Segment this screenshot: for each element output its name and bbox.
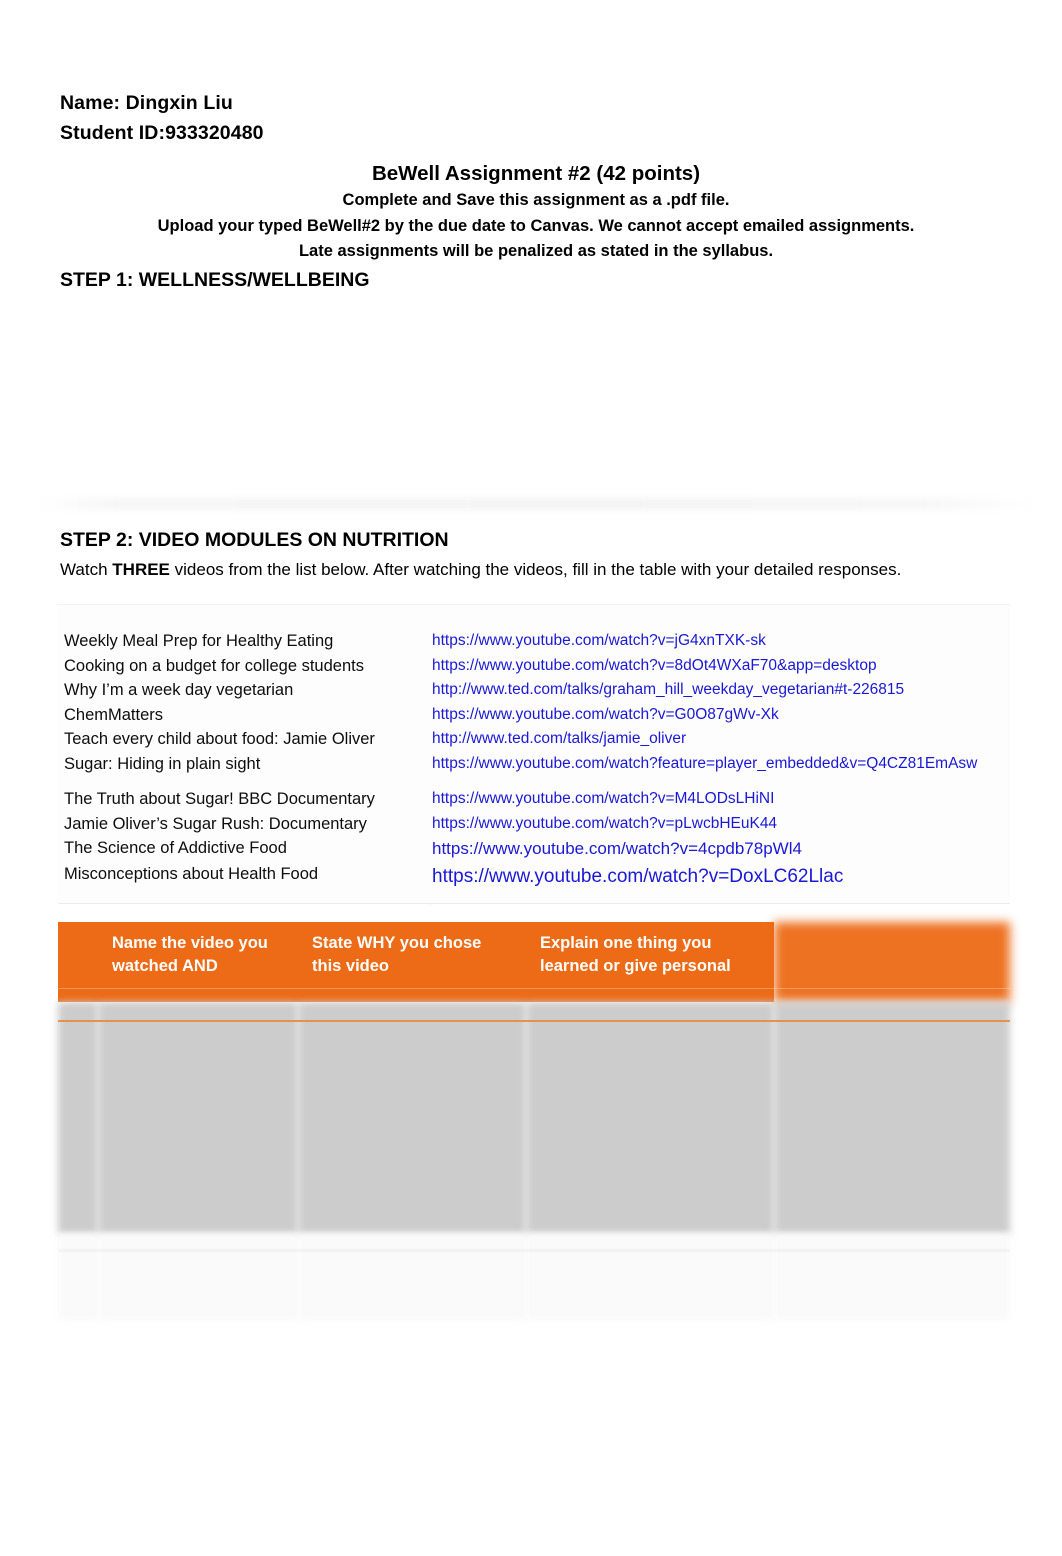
video-list-row: Why I’m a week day vegetarian http://www… <box>58 678 1010 703</box>
header-row-rule <box>58 988 1010 989</box>
response-table: Name the video you watched AND State WHY… <box>58 922 1010 1320</box>
watch-instructions-after: videos from the list below. After watchi… <box>169 560 902 579</box>
watch-instructions: Watch THREE videos from the list below. … <box>60 556 940 584</box>
video-title: Cooking on a budget for college students <box>64 656 364 675</box>
video-title: Jamie Oliver’s Sugar Rush: Documentary <box>64 814 367 833</box>
column-header-video-name: Name the video you watched AND <box>98 922 298 1002</box>
column-header-number <box>58 922 98 1002</box>
video-list-row: Jamie Oliver’s Sugar Rush: Documentary h… <box>58 812 1010 837</box>
video-title: Sugar: Hiding in plain sight <box>64 754 261 773</box>
video-url[interactable]: http://www.ted.com/talks/graham_hill_wee… <box>430 678 1010 703</box>
assignment-title: BeWell Assignment #2 (42 points) <box>371 162 701 185</box>
video-url[interactable]: https://www.youtube.com/watch?feature=pl… <box>430 752 1010 776</box>
video-list-row: Cooking on a budget for college students… <box>58 654 1010 679</box>
video-title: Teach every child about food: Jamie Oliv… <box>64 730 375 748</box>
video-url[interactable]: https://www.youtube.com/watch?v=8dOt4WXa… <box>430 654 1010 679</box>
video-url[interactable]: https://www.youtube.com/watch?v=DoxLC62L… <box>430 862 1010 891</box>
video-url[interactable]: https://www.youtube.com/watch?v=G0O87gWv… <box>430 703 1010 728</box>
video-title: Weekly Meal Prep for Healthy Eating <box>64 632 334 650</box>
video-url[interactable]: https://www.youtube.com/watch?v=M4LODsLH… <box>430 787 1010 812</box>
section-divider <box>38 498 1038 510</box>
video-list-row: ChemMatters https://www.youtube.com/watc… <box>58 703 1010 728</box>
cell-learned[interactable] <box>526 1234 774 1320</box>
video-title: Why I’m a week day vegetarian <box>64 681 294 699</box>
video-title: ChemMatters <box>64 705 164 724</box>
video-url[interactable]: https://www.youtube.com/watch?v=pLwcbHEu… <box>430 812 1010 837</box>
step-2-heading: STEP 2: VIDEO MODULES ON NUTRITION <box>60 529 449 551</box>
step-1-heading: STEP 1: WELLNESS/WELLBEING <box>60 269 370 291</box>
column-header-why: State WHY you chose this video <box>298 922 526 1002</box>
cell-obscured[interactable] <box>774 1002 1010 1234</box>
table-row[interactable] <box>58 1234 1010 1320</box>
video-title: The Science of Addictive Food <box>64 839 287 857</box>
video-title: The Truth about Sugar! BBC Documentary <box>64 790 375 808</box>
response-table-row-rule <box>58 1250 1010 1251</box>
cell-why[interactable] <box>298 1002 526 1234</box>
cell-number <box>58 1002 98 1234</box>
cell-obscured[interactable] <box>774 1234 1010 1320</box>
table-row[interactable] <box>58 1002 1010 1234</box>
video-title: Misconceptions about Health Food <box>64 865 319 883</box>
instruction-line-2: Upload your typed BeWell#2 by the due da… <box>157 216 915 235</box>
response-table-header-row: Name the video you watched AND State WHY… <box>58 922 1010 1002</box>
cell-why[interactable] <box>298 1234 526 1320</box>
video-url[interactable]: https://www.youtube.com/watch?v=4cpdb78p… <box>430 836 1010 862</box>
watch-instructions-emphasis: THREE <box>112 560 170 579</box>
video-list-row: Misconceptions about Health Food https:/… <box>58 862 1010 891</box>
video-url[interactable]: https://www.youtube.com/watch?v=jG4xnTXK… <box>430 629 1010 654</box>
document-header: Name: Dingxin Liu Student ID:933320480 B… <box>60 88 1012 265</box>
response-table-top-rule <box>58 1020 1010 1022</box>
document-page: Name: Dingxin Liu Student ID:933320480 B… <box>0 0 1062 1556</box>
instruction-line-1: Complete and Save this assignment as a .… <box>342 191 730 209</box>
video-list-row: The Truth about Sugar! BBC Documentary h… <box>58 787 1010 812</box>
cell-video-name[interactable] <box>98 1002 298 1234</box>
instruction-line-3: Late assignments will be penalized as st… <box>298 242 774 260</box>
video-list-row: Weekly Meal Prep for Healthy Eating http… <box>58 629 1010 654</box>
video-list-row: The Science of Addictive Food https://ww… <box>58 836 1010 862</box>
video-list-spacer <box>58 776 1010 787</box>
response-table-body <box>58 1002 1010 1320</box>
video-list-table: Weekly Meal Prep for Healthy Eating http… <box>58 604 1010 904</box>
video-url[interactable]: http://www.ted.com/talks/jamie_oliver <box>430 727 1010 752</box>
cell-learned[interactable] <box>526 1002 774 1234</box>
video-list-row: Sugar: Hiding in plain sight https://www… <box>58 752 1010 777</box>
column-header-obscured <box>774 922 1010 1002</box>
video-list-row: Teach every child about food: Jamie Oliv… <box>58 727 1010 752</box>
cell-video-name[interactable] <box>98 1234 298 1320</box>
cell-number <box>58 1234 98 1320</box>
watch-instructions-before: Watch <box>60 560 113 579</box>
column-header-learned: Explain one thing you learned or give pe… <box>526 922 774 1002</box>
student-name-line: Name: Dingxin Liu <box>60 92 233 114</box>
student-id-line: Student ID:933320480 <box>60 122 264 144</box>
